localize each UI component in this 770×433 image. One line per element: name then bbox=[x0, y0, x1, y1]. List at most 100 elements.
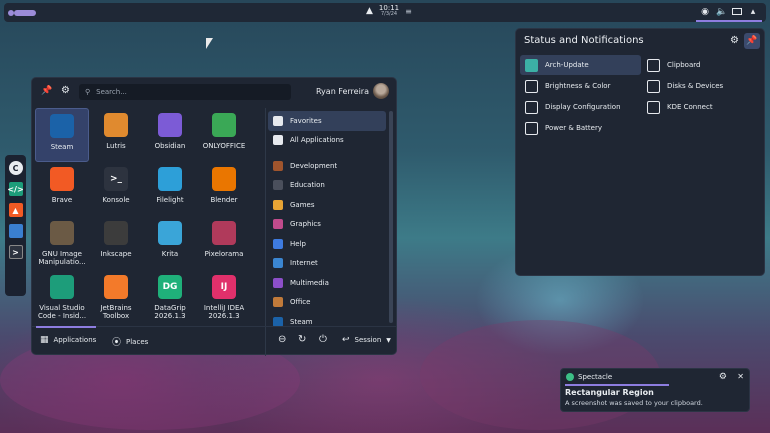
vscode-dock-icon[interactable]: </> bbox=[7, 182, 24, 196]
datagrip-icon: DG bbox=[158, 275, 182, 299]
category-label: Favorites bbox=[290, 116, 322, 125]
internet-icon bbox=[273, 258, 283, 269]
session-button[interactable]: ↩ Session ▼ bbox=[342, 335, 391, 345]
category-internet[interactable]: Internet bbox=[268, 254, 386, 274]
category-all-applications[interactable]: All Applications bbox=[268, 131, 386, 151]
session-label: Session bbox=[354, 336, 382, 344]
vscode-insiders-icon bbox=[50, 275, 74, 299]
top-panel: ▲ 10:11 7/3/24 ≡ ◉ 🔈 ▴ bbox=[4, 3, 766, 22]
status-item-display-configuration[interactable]: Display Configuration bbox=[520, 97, 641, 117]
power-icon[interactable]: ⏻ bbox=[319, 334, 327, 345]
app-label: Inkscape bbox=[100, 250, 132, 258]
app-tile[interactable]: Pixelorama bbox=[197, 216, 251, 270]
close-icon[interactable]: ✕ bbox=[737, 372, 744, 381]
restart-icon[interactable]: ↻ bbox=[298, 334, 306, 345]
applications-grid-icon: ▦ bbox=[40, 335, 49, 345]
menu-lines-icon[interactable]: ≡ bbox=[405, 7, 412, 16]
notification-timeout-bar bbox=[565, 384, 669, 386]
app-tile[interactable]: Inkscape bbox=[89, 216, 143, 270]
status-item-arch-update[interactable]: Arch-Update bbox=[520, 55, 641, 75]
configure-gear-icon[interactable]: ⚙ bbox=[730, 35, 739, 46]
grid-icon bbox=[273, 135, 283, 146]
notification-app-name: Spectacle bbox=[578, 373, 613, 381]
app-tile[interactable]: IJ IntelliJ IDEA 2026.1.3 bbox=[197, 270, 251, 324]
avatar[interactable] bbox=[373, 83, 389, 99]
onlyoffice-icon bbox=[212, 113, 236, 137]
notifications-bell-icon[interactable]: ▲ bbox=[366, 6, 373, 16]
category-label: Office bbox=[290, 298, 311, 307]
app-label: Blender bbox=[210, 196, 238, 204]
category-games[interactable]: Games bbox=[268, 195, 386, 215]
digital-clock[interactable]: 10:11 7/3/24 bbox=[379, 5, 399, 17]
status-item-clipboard[interactable]: Clipboard bbox=[642, 55, 760, 75]
category-education[interactable]: Education bbox=[268, 176, 386, 196]
system-tray: ◉ 🔈 ▴ bbox=[696, 3, 762, 22]
app-tile[interactable]: Krita bbox=[143, 216, 197, 270]
display-icon[interactable] bbox=[732, 8, 742, 15]
app-tile[interactable]: JetBrains Toolbox bbox=[89, 270, 143, 324]
notification-popup[interactable]: Spectacle ⚙ ✕ Rectangular Region A scree… bbox=[560, 368, 750, 412]
pin-popup-icon[interactable]: 📌 bbox=[744, 33, 760, 49]
pin-icon[interactable]: 📌 bbox=[41, 86, 52, 96]
app-label: ONLYOFFICE bbox=[202, 142, 246, 150]
menu-header: 📌 ⚙ ⚲ Search... Ryan Ferreira bbox=[32, 78, 396, 106]
arch-update-dock-icon[interactable]: C bbox=[8, 161, 23, 175]
arch-update-icon bbox=[525, 58, 538, 72]
settings-gear-icon[interactable]: ⚙ bbox=[61, 85, 70, 96]
file-manager-dock-icon[interactable] bbox=[8, 224, 23, 238]
category-office[interactable]: Office bbox=[268, 293, 386, 313]
tab-places[interactable]: ⦿ Places bbox=[112, 335, 148, 349]
app-label: Obsidian bbox=[154, 142, 186, 150]
app-label: DataGrip 2026.1.3 bbox=[154, 304, 186, 321]
category-multimedia[interactable]: Multimedia bbox=[268, 273, 386, 293]
category-label: Steam bbox=[290, 317, 313, 326]
status-item-label: KDE Connect bbox=[667, 103, 713, 111]
app-tile[interactable]: Visual Studio Code - Insid... bbox=[35, 270, 89, 324]
lock-screen-icon[interactable]: ⊖ bbox=[278, 334, 286, 345]
inkscape-icon bbox=[104, 221, 128, 245]
tray-expand-chevron-icon[interactable]: ▴ bbox=[748, 7, 758, 17]
intellij-icon: IJ bbox=[212, 275, 236, 299]
status-and-notifications-popup: Status and Notifications ⚙ 📌 Arch-Update… bbox=[515, 28, 765, 276]
chevron-down-icon: ▼ bbox=[386, 336, 391, 344]
category-development[interactable]: Development bbox=[268, 156, 386, 176]
app-tile[interactable]: >_ Konsole bbox=[89, 162, 143, 216]
user-name[interactable]: Ryan Ferreira bbox=[316, 87, 369, 96]
app-tile[interactable]: Steam bbox=[35, 108, 89, 162]
notification-settings-icon[interactable]: ⚙ bbox=[719, 372, 727, 382]
app-tile[interactable]: GNU Image Manipulatio... bbox=[35, 216, 89, 270]
status-item-kde-connect[interactable]: KDE Connect bbox=[642, 97, 760, 117]
menu-footer: ▦ Applications ⦿ Places ⊖ ↻ ⏻ ↩ Session … bbox=[32, 326, 396, 354]
category-favorites[interactable]: Favorites bbox=[268, 111, 386, 131]
category-graphics[interactable]: Graphics bbox=[268, 215, 386, 235]
multimedia-icon bbox=[273, 277, 283, 288]
category-label: Multimedia bbox=[290, 278, 329, 287]
search-input[interactable]: ⚲ Search... bbox=[79, 84, 291, 100]
category-help[interactable]: Help bbox=[268, 234, 386, 254]
status-item-power-battery[interactable]: Power & Battery bbox=[520, 118, 641, 138]
scrollbar[interactable] bbox=[389, 111, 393, 323]
notification-title: Rectangular Region bbox=[565, 388, 654, 397]
tab-applications[interactable]: ▦ Applications bbox=[40, 335, 96, 345]
app-tile[interactable]: Lutris bbox=[89, 108, 143, 162]
application-launcher-button[interactable] bbox=[8, 9, 36, 16]
brave-dock-icon[interactable]: ▲ bbox=[8, 203, 23, 217]
compass-icon: ⦿ bbox=[112, 338, 122, 348]
app-tile[interactable]: Filelight bbox=[143, 162, 197, 216]
volume-icon[interactable]: 🔈 bbox=[716, 7, 727, 17]
app-tile[interactable]: DG DataGrip 2026.1.3 bbox=[143, 270, 197, 324]
pixelorama-icon bbox=[212, 221, 236, 245]
app-tile[interactable]: ONLYOFFICE bbox=[197, 108, 251, 162]
media-player-icon[interactable]: ◉ bbox=[700, 7, 710, 17]
app-tile[interactable]: Brave bbox=[35, 162, 89, 216]
help-icon bbox=[273, 238, 283, 249]
app-tile[interactable]: Obsidian bbox=[143, 108, 197, 162]
panel-center: ▲ 10:11 7/3/24 ≡ bbox=[366, 5, 412, 17]
konsole-dock-icon[interactable]: > bbox=[8, 245, 23, 259]
app-tile[interactable]: Blender bbox=[197, 162, 251, 216]
category-label: Graphics bbox=[290, 220, 321, 229]
session-arrow-icon: ↩ bbox=[342, 335, 350, 345]
status-item-disks-devices[interactable]: Disks & Devices bbox=[642, 76, 760, 96]
konsole-icon: >_ bbox=[104, 167, 128, 191]
status-item-brightness-color[interactable]: Brightness & Color bbox=[520, 76, 641, 96]
